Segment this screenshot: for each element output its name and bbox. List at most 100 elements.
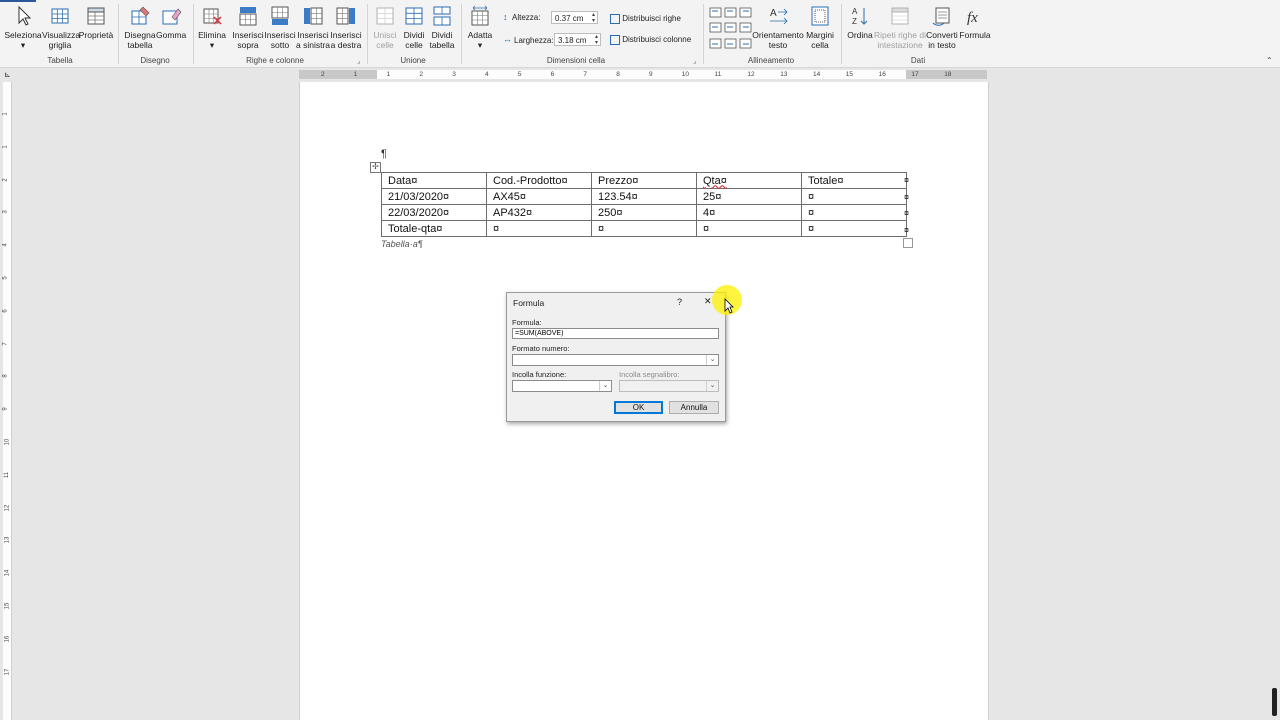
unisci-label-1: Unisci [373,30,397,40]
width-icon: ↔ [503,34,512,44]
table-move-handle-icon[interactable]: ✢ [370,162,381,173]
formato-numero-select[interactable]: ⌄ [512,354,719,366]
close-icon[interactable]: ✕ [704,296,712,307]
incolla-funzione-label: Incolla funzione: [512,370,567,379]
formula-fx-icon: fx [967,10,978,26]
incolla-segnalibro-select[interactable]: ⌄ [619,380,719,392]
ruler-number: 11 [714,71,722,78]
adatta-button[interactable]: Adatta ▾ [464,5,496,50]
split-cells-icon [405,7,423,25]
incolla-funzione-select[interactable]: ⌄ [512,380,612,392]
horizontal-ruler-text-area [377,70,906,79]
table-cell[interactable]: Qta¤ [696,172,802,189]
repeat-header-icon [891,7,909,25]
visualizza-griglia-button[interactable]: Visualizza griglia [42,5,81,50]
formula-button[interactable]: fx Formula [959,5,991,40]
ruler-corner-tab-icon[interactable]: ⊾ [4,70,11,79]
table-cell[interactable]: Data¤ [381,172,487,189]
orientamento-testo-button[interactable]: A Orientamento testo [752,5,804,50]
ruler-number: 8 [616,71,620,78]
seleziona-button[interactable]: Seleziona ▾ [4,5,42,50]
collapse-ribbon-icon[interactable]: ⌃ [1266,56,1273,65]
insert-right-icon [336,7,355,25]
data-table[interactable]: Data¤ Cod.-Prodotto¤ Prezzo¤ Qta¤ Totale… [381,172,907,237]
table-cell[interactable]: ¤ [801,188,907,205]
inserisci-sinistra-button[interactable]: Inserisci a sinistra [296,5,330,50]
table-cell[interactable]: 123.54¤ [591,188,697,205]
distribute-rows-icon [610,14,620,24]
dividi-celle-button[interactable]: Dividi celle [399,5,429,50]
table-cell[interactable]: ¤ [486,220,592,237]
height-icon: ↕ [503,12,508,22]
row-end-mark: ¤ [904,208,910,218]
text-direction-icon: A [770,8,788,25]
cell-margins-icon [811,6,829,26]
vertical-scrollbar[interactable] [1272,688,1277,716]
inserisci-sotto-button[interactable]: Inserisci sotto [264,5,296,50]
table-cell[interactable]: ¤ [591,220,697,237]
dividi-tabella-label-2: tabella [429,40,455,50]
table-cell[interactable]: 250¤ [591,204,697,221]
table-row: Totale-qta¤ ¤ ¤ ¤ ¤ [381,220,907,237]
formula-input[interactable] [512,328,719,339]
formato-numero-label: Formato numero: [512,344,570,353]
distribuisci-colonne-button[interactable]: Distribuisci colonne [610,35,691,45]
orientamento-label-2: testo [768,40,788,50]
ripeti-label-2: intestazione [877,40,923,50]
ruler-number: 3 [452,71,456,78]
table-cell[interactable]: Cod.-Prodotto¤ [486,172,592,189]
distribute-columns-icon [610,35,620,45]
ins-sopra-label-2: sopra [237,40,259,50]
chevron-down-icon[interactable]: ⌄ [706,355,718,365]
visualizza-label-1: Visualizza [42,30,81,40]
ordina-button[interactable]: AZ Ordina [845,5,875,40]
table-cell[interactable]: 25¤ [696,188,802,205]
altezza-spinner[interactable]: 0.37 cm ▴ ▾ [551,11,598,24]
table-cell[interactable]: ¤ [801,220,907,237]
distribuisci-righe-button[interactable]: Distribuisci righe [610,14,681,24]
ok-button[interactable]: OK [614,401,663,414]
group-label-tabella: Tabella [47,56,73,65]
converti-in-testo-button[interactable]: Converti in testo [925,5,959,50]
annulla-button[interactable]: Annulla [669,401,719,414]
inserisci-destra-button[interactable]: Inserisci a destra [330,5,362,50]
inserisci-sopra-button[interactable]: Inserisci sopra [232,5,264,50]
margini-cella-button[interactable]: Margini cella [804,5,836,50]
unisci-celle-button[interactable]: Unisci celle [370,5,400,50]
righe-colonne-launcher-icon[interactable]: ⌟ [357,57,360,65]
proprieta-button[interactable]: Proprietà [78,5,114,40]
table-cell[interactable]: 21/03/2020¤ [381,188,487,205]
table-cell[interactable]: Totale¤ [801,172,907,189]
table-cell[interactable]: Totale-qta¤ [381,220,487,237]
dividi-tabella-button[interactable]: Dividi tabella [427,5,457,50]
gomma-button[interactable]: Gomma [156,5,186,40]
elimina-button[interactable]: Elimina ▾ [197,5,227,50]
spinner-arrows-icon[interactable]: ▴ ▾ [592,12,595,24]
table-cell[interactable]: ¤ [696,220,802,237]
chevron-down-icon[interactable]: ⌄ [599,381,611,391]
table-cell[interactable]: Prezzo¤ [591,172,697,189]
table-resize-handle[interactable] [903,238,913,248]
spinner-arrows-icon[interactable]: ▴ ▾ [595,34,598,46]
chevron-down-icon[interactable]: ⌄ [706,381,718,391]
table-cell[interactable]: 4¤ [696,204,802,221]
disegna-tabella-button[interactable]: Disegna tabella [122,5,158,50]
dimensioni-launcher-icon[interactable]: ⌟ [693,57,696,65]
table-cell[interactable]: AX45¤ [486,188,592,205]
help-button[interactable]: ? [677,297,682,307]
alignment-icons[interactable] [709,7,753,51]
ruler-number: 1 [2,145,9,149]
margini-label-2: cella [811,40,829,50]
larghezza-spinner[interactable]: 3.18 cm ▴ ▾ [554,33,601,46]
ruler-number: 2 [2,177,9,182]
ripeti-righe-intestazione-button[interactable]: Ripeti righe di intestazione [873,5,927,50]
table-cell[interactable]: ¤ [801,204,907,221]
table-cell[interactable]: AP432¤ [486,204,592,221]
svg-text:A: A [852,7,858,16]
table-cell[interactable]: 22/03/2020¤ [381,204,487,221]
adatta-label: Adatta [467,30,493,40]
ins-sotto-label-1: Inserisci [264,30,296,40]
ripeti-label-1: Ripeti righe di [874,30,926,40]
ruler-number: 16 [4,635,11,643]
larghezza-label: Larghezza: [514,36,554,45]
